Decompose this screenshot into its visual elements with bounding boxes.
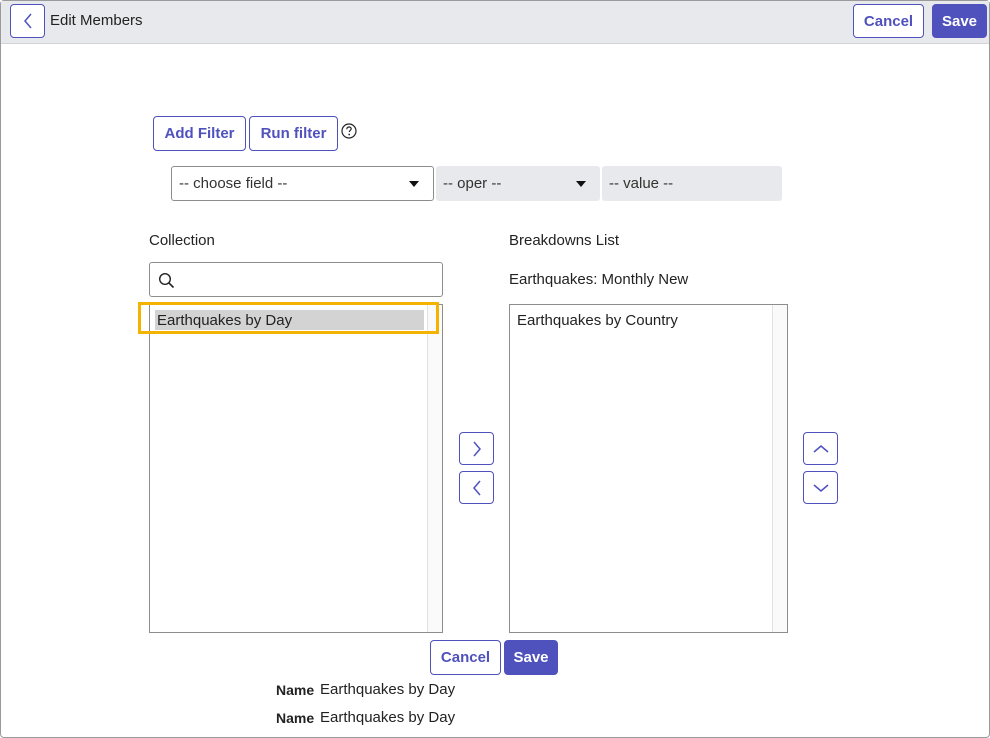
collection-scrollbar[interactable]: [427, 305, 442, 632]
chevron-up-icon: [813, 444, 828, 453]
breakdowns-subtitle: Earthquakes: Monthly New: [509, 271, 689, 288]
operator-select[interactable]: -- oper --: [436, 166, 600, 201]
move-up-button[interactable]: [803, 432, 838, 465]
value-placeholder: -- value --: [609, 175, 674, 192]
breakdowns-list[interactable]: Earthquakes by Country: [509, 304, 788, 633]
name-label: Name: [276, 682, 315, 698]
move-down-button[interactable]: [803, 471, 838, 504]
value-field[interactable]: -- value --: [602, 166, 782, 201]
operator-select-value: -- oper --: [443, 175, 502, 192]
run-filter-button[interactable]: Run filter: [249, 116, 338, 151]
breakdowns-label: Breakdowns List: [509, 232, 620, 249]
footer-cancel-button[interactable]: Cancel: [430, 640, 501, 675]
collection-search-input[interactable]: [149, 262, 443, 297]
add-to-list-button[interactable]: [459, 432, 494, 465]
back-button[interactable]: [10, 4, 45, 38]
name-label: Name: [276, 710, 315, 726]
chevron-down-icon: [813, 483, 828, 492]
header-save-button[interactable]: Save: [932, 4, 987, 38]
collection-label: Collection: [149, 232, 215, 249]
footer-save-button[interactable]: Save: [504, 640, 558, 675]
chevron-left-icon: [23, 13, 32, 29]
selection-highlight: [138, 302, 439, 334]
chevron-down-icon: [409, 180, 419, 187]
page-title: Edit Members: [50, 12, 143, 29]
name-value: Earthquakes by Day: [320, 681, 456, 698]
chevron-right-icon: [472, 441, 481, 456]
header-cancel-button[interactable]: Cancel: [853, 4, 924, 38]
header-bar: Edit Members Cancel Save: [1, 1, 989, 44]
question-circle-icon[interactable]: [341, 123, 357, 139]
breakdowns-list-item[interactable]: Earthquakes by Country: [515, 310, 765, 330]
add-filter-button[interactable]: Add Filter: [153, 116, 246, 151]
name-value: Earthquakes by Day: [320, 709, 456, 726]
collection-list[interactable]: Earthquakes by Day: [149, 304, 443, 633]
chevron-down-icon: [576, 180, 586, 187]
search-icon: [158, 272, 175, 289]
chevron-left-icon: [472, 480, 481, 495]
field-select[interactable]: -- choose field --: [171, 166, 434, 201]
field-select-value: -- choose field --: [179, 175, 288, 192]
remove-from-list-button[interactable]: [459, 471, 494, 504]
breakdowns-scrollbar[interactable]: [772, 305, 787, 632]
